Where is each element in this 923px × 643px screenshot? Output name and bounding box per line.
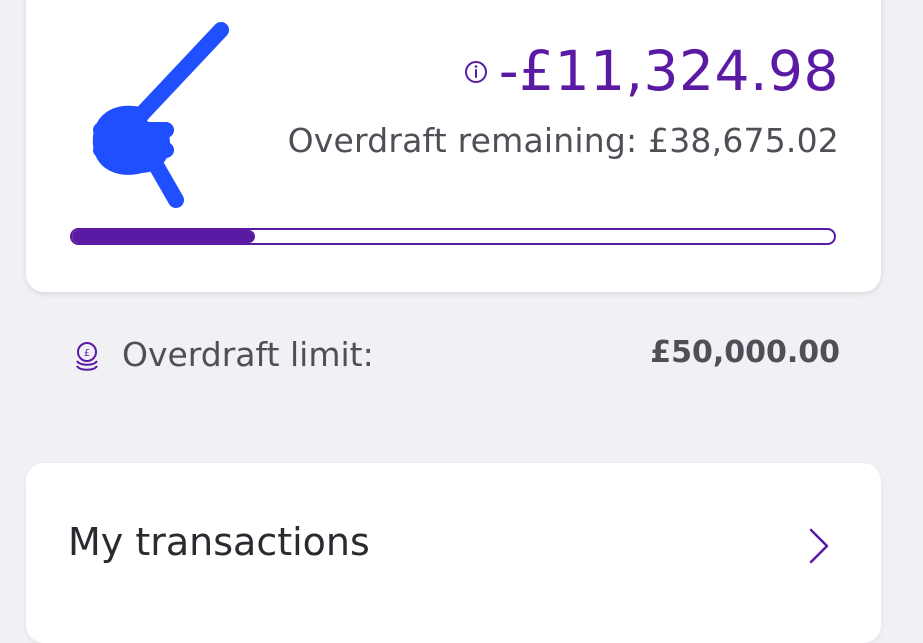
svg-text:£: £ (84, 348, 90, 359)
redaction-scribble (92, 22, 229, 208)
balance-card: -£11,324.98 Overdraft remaining: £38,675… (26, 0, 881, 292)
info-icon[interactable] (463, 59, 489, 85)
balance-row: -£11,324.98 (463, 44, 839, 99)
coins-icon: £ (76, 342, 98, 371)
overdraft-limit-label: Overdraft limit: (122, 335, 374, 374)
overdraft-progress-bar (70, 228, 836, 245)
overdraft-progress-fill (72, 230, 255, 243)
my-transactions-label: My transactions (68, 520, 370, 564)
overdraft-limit-row: £ Overdraft limit: £50,000.00 (72, 335, 840, 379)
overdraft-limit-value: £50,000.00 (650, 335, 840, 370)
transactions-card[interactable]: My transactions (26, 463, 881, 643)
chevron-right-icon[interactable] (808, 527, 830, 565)
balance-amount: -£11,324.98 (498, 39, 839, 103)
overdraft-remaining: Overdraft remaining: £38,675.02 (287, 121, 839, 160)
